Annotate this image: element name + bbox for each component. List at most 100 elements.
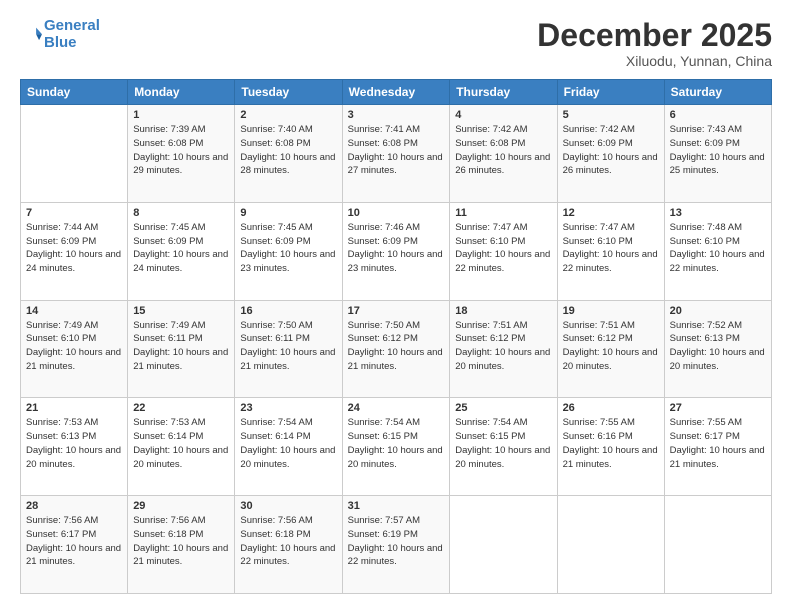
calendar-cell: 15Sunrise: 7:49 AMSunset: 6:11 PMDayligh…: [128, 300, 235, 398]
calendar-table: SundayMondayTuesdayWednesdayThursdayFrid…: [20, 79, 772, 594]
calendar-header-cell: Saturday: [664, 80, 771, 105]
day-number: 14: [26, 305, 122, 317]
calendar-cell: 7Sunrise: 7:44 AMSunset: 6:09 PMDaylight…: [21, 202, 128, 300]
calendar-cell: 22 Sunrise: 7:53 AMSunset: 6:14 PMDayligh…: [128, 398, 235, 496]
logo-icon: [20, 24, 42, 46]
day-info: Sunrise: 7:57 AMSunset: 6:19 PMDaylight:…: [348, 514, 445, 569]
calendar-cell: 16 Sunrise: 7:50 AMSunset: 6:11 PMDayligh…: [235, 300, 342, 398]
day-number: 26: [563, 402, 659, 414]
calendar-week-row: 21 Sunrise: 7:53 AMSunset: 6:13 PMDayligh…: [21, 398, 772, 496]
day-number: 24: [348, 402, 445, 414]
logo-text: General Blue: [44, 18, 100, 51]
calendar-cell: 4 Sunrise: 7:42 AMSunset: 6:08 PMDaylight…: [450, 105, 557, 203]
day-number: 31: [348, 500, 445, 512]
title-block: December 2025 Xiluodu, Yunnan, China: [537, 18, 772, 69]
day-info: Sunrise: 7:50 AMSunset: 6:12 PMDaylight:…: [348, 319, 445, 374]
calendar-cell: 3Sunrise: 7:41 AMSunset: 6:08 PMDaylight…: [342, 105, 450, 203]
calendar-cell: 25 Sunrise: 7:54 AMSunset: 6:15 PMDayligh…: [450, 398, 557, 496]
calendar-cell: 11 Sunrise: 7:47 AMSunset: 6:10 PMDayligh…: [450, 202, 557, 300]
calendar-cell: 21 Sunrise: 7:53 AMSunset: 6:13 PMDayligh…: [21, 398, 128, 496]
day-number: 22: [133, 402, 229, 414]
calendar-cell: 26Sunrise: 7:55 AMSunset: 6:16 PMDayligh…: [557, 398, 664, 496]
day-number: 17: [348, 305, 445, 317]
day-info: Sunrise: 7:48 AMSunset: 6:10 PMDaylight:…: [670, 221, 766, 276]
day-info: Sunrise: 7:52 AMSunset: 6:13 PMDaylight:…: [670, 319, 766, 374]
day-number: 1: [133, 109, 229, 121]
calendar-body: 1 Sunrise: 7:39 AMSunset: 6:08 PMDaylight…: [21, 105, 772, 594]
day-number: 19: [563, 305, 659, 317]
day-info: Sunrise: 7:54 AMSunset: 6:15 PMDaylight:…: [348, 416, 445, 471]
calendar-cell: 14 Sunrise: 7:49 AMSunset: 6:10 PMDayligh…: [21, 300, 128, 398]
calendar-header-row: SundayMondayTuesdayWednesdayThursdayFrid…: [21, 80, 772, 105]
day-info: Sunrise: 7:39 AMSunset: 6:08 PMDaylight:…: [133, 123, 229, 178]
main-title: December 2025: [537, 18, 772, 53]
day-info: Sunrise: 7:53 AMSunset: 6:14 PMDaylight:…: [133, 416, 229, 471]
calendar-cell: [557, 496, 664, 594]
calendar-cell: 12Sunrise: 7:47 AMSunset: 6:10 PMDayligh…: [557, 202, 664, 300]
day-info: Sunrise: 7:46 AMSunset: 6:09 PMDaylight:…: [348, 221, 445, 276]
calendar-cell: [664, 496, 771, 594]
calendar-header-cell: Thursday: [450, 80, 557, 105]
day-number: 16: [240, 305, 336, 317]
calendar-cell: 17 Sunrise: 7:50 AMSunset: 6:12 PMDayligh…: [342, 300, 450, 398]
calendar-cell: [21, 105, 128, 203]
day-number: 27: [670, 402, 766, 414]
day-number: 2: [240, 109, 336, 121]
calendar-cell: 18 Sunrise: 7:51 AMSunset: 6:12 PMDayligh…: [450, 300, 557, 398]
calendar-cell: 8Sunrise: 7:45 AMSunset: 6:09 PMDaylight…: [128, 202, 235, 300]
day-info: Sunrise: 7:56 AMSunset: 6:17 PMDaylight:…: [26, 514, 122, 569]
calendar-cell: 24 Sunrise: 7:54 AMSunset: 6:15 PMDayligh…: [342, 398, 450, 496]
day-number: 4: [455, 109, 551, 121]
day-info: Sunrise: 7:49 AMSunset: 6:11 PMDaylight:…: [133, 319, 229, 374]
day-number: 23: [240, 402, 336, 414]
day-info: Sunrise: 7:49 AMSunset: 6:10 PMDaylight:…: [26, 319, 122, 374]
day-info: Sunrise: 7:42 AMSunset: 6:09 PMDaylight:…: [563, 123, 659, 178]
calendar-cell: 10 Sunrise: 7:46 AMSunset: 6:09 PMDayligh…: [342, 202, 450, 300]
day-number: 9: [240, 207, 336, 219]
day-info: Sunrise: 7:40 AMSunset: 6:08 PMDaylight:…: [240, 123, 336, 178]
calendar-cell: 23Sunrise: 7:54 AMSunset: 6:14 PMDayligh…: [235, 398, 342, 496]
day-info: Sunrise: 7:45 AMSunset: 6:09 PMDaylight:…: [133, 221, 229, 276]
day-info: Sunrise: 7:43 AMSunset: 6:09 PMDaylight:…: [670, 123, 766, 178]
day-number: 30: [240, 500, 336, 512]
day-info: Sunrise: 7:44 AMSunset: 6:09 PMDaylight:…: [26, 221, 122, 276]
day-number: 20: [670, 305, 766, 317]
day-number: 21: [26, 402, 122, 414]
calendar-cell: 29 Sunrise: 7:56 AMSunset: 6:18 PMDayligh…: [128, 496, 235, 594]
day-number: 28: [26, 500, 122, 512]
calendar-cell: 20 Sunrise: 7:52 AMSunset: 6:13 PMDayligh…: [664, 300, 771, 398]
day-info: Sunrise: 7:54 AMSunset: 6:15 PMDaylight:…: [455, 416, 551, 471]
day-info: Sunrise: 7:56 AMSunset: 6:18 PMDaylight:…: [133, 514, 229, 569]
logo-line1: General: [44, 17, 100, 34]
day-info: Sunrise: 7:51 AMSunset: 6:12 PMDaylight:…: [563, 319, 659, 374]
calendar-cell: 9 Sunrise: 7:45 AMSunset: 6:09 PMDaylight…: [235, 202, 342, 300]
day-info: Sunrise: 7:53 AMSunset: 6:13 PMDaylight:…: [26, 416, 122, 471]
logo: General Blue: [20, 18, 100, 51]
day-number: 12: [563, 207, 659, 219]
day-number: 18: [455, 305, 551, 317]
day-info: Sunrise: 7:50 AMSunset: 6:11 PMDaylight:…: [240, 319, 336, 374]
day-number: 29: [133, 500, 229, 512]
day-number: 11: [455, 207, 551, 219]
calendar-week-row: 7Sunrise: 7:44 AMSunset: 6:09 PMDaylight…: [21, 202, 772, 300]
calendar-cell: [450, 496, 557, 594]
calendar-cell: 5 Sunrise: 7:42 AMSunset: 6:09 PMDaylight…: [557, 105, 664, 203]
day-info: Sunrise: 7:45 AMSunset: 6:09 PMDaylight:…: [240, 221, 336, 276]
calendar-header-cell: Friday: [557, 80, 664, 105]
day-number: 25: [455, 402, 551, 414]
page: General Blue December 2025 Xiluodu, Yunn…: [0, 0, 792, 612]
calendar-header-cell: Sunday: [21, 80, 128, 105]
calendar-cell: 19 Sunrise: 7:51 AMSunset: 6:12 PMDayligh…: [557, 300, 664, 398]
header: General Blue December 2025 Xiluodu, Yunn…: [20, 18, 772, 69]
day-info: Sunrise: 7:51 AMSunset: 6:12 PMDaylight:…: [455, 319, 551, 374]
calendar-week-row: 28 Sunrise: 7:56 AMSunset: 6:17 PMDayligh…: [21, 496, 772, 594]
day-number: 10: [348, 207, 445, 219]
day-number: 3: [348, 109, 445, 121]
day-number: 5: [563, 109, 659, 121]
day-info: Sunrise: 7:56 AMSunset: 6:18 PMDaylight:…: [240, 514, 336, 569]
subtitle: Xiluodu, Yunnan, China: [537, 53, 772, 69]
day-info: Sunrise: 7:47 AMSunset: 6:10 PMDaylight:…: [455, 221, 551, 276]
day-info: Sunrise: 7:42 AMSunset: 6:08 PMDaylight:…: [455, 123, 551, 178]
day-info: Sunrise: 7:55 AMSunset: 6:17 PMDaylight:…: [670, 416, 766, 471]
calendar-week-row: 1 Sunrise: 7:39 AMSunset: 6:08 PMDaylight…: [21, 105, 772, 203]
